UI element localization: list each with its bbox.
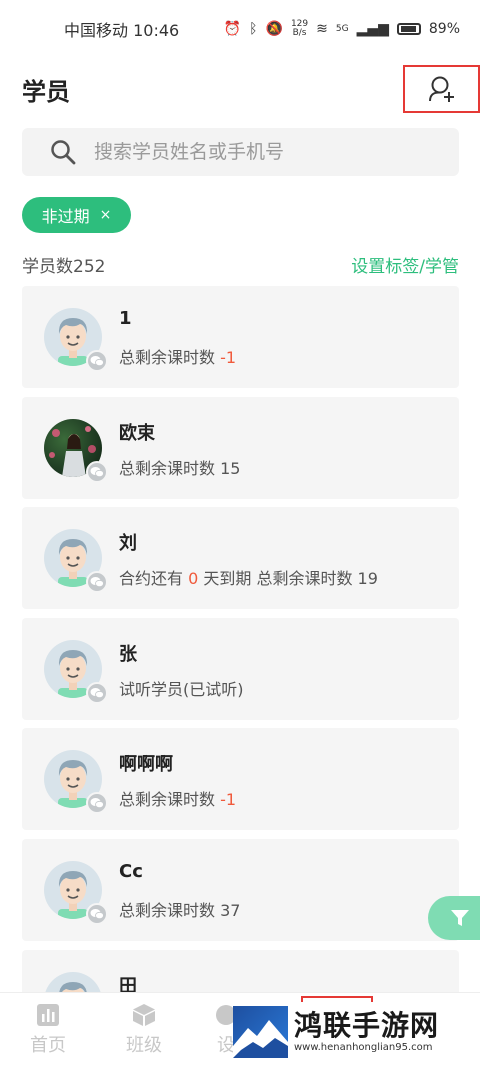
search-bar[interactable] (22, 128, 459, 176)
student-name: 1 (119, 308, 132, 329)
cube-icon (133, 1004, 155, 1026)
tab-class-label: 班级 (126, 1035, 162, 1056)
student-name: 张 (119, 643, 137, 665)
student-card[interactable]: 张试听学员(已试听) (22, 617, 459, 720)
watermark-url: www.henanhonglian95.com (294, 1042, 433, 1053)
add-person-icon (428, 76, 454, 102)
bluetooth-icon: ᛒ (249, 21, 258, 37)
wechat-icon (86, 350, 108, 372)
student-info: 总剩余课时数 37 (119, 897, 240, 921)
battery-level: 89% (428, 21, 460, 37)
filter-icon (451, 910, 469, 926)
student-info-highlight: -1 (220, 790, 237, 810)
wechat-icon (86, 681, 108, 704)
watermark-logo (233, 1006, 288, 1058)
student-card[interactable]: Cc 总剩余课时数 37 (22, 838, 459, 941)
signal-label: 5G (335, 24, 349, 34)
student-info-suffix: 天到期 总剩余课时数 19 (198, 569, 378, 589)
filter-chip-label: 非过期 (41, 207, 90, 226)
header: 学员 (0, 62, 480, 114)
student-info-highlight: 0 (188, 569, 199, 589)
student-info-text: 合约还有 (119, 569, 189, 589)
search-input[interactable] (94, 141, 424, 163)
student-info: 总剩余课时数 15 (119, 455, 240, 479)
student-card[interactable]: 欧束总剩余课时数 15 (22, 396, 459, 499)
tab-home[interactable]: 首页 (18, 1003, 78, 1057)
filter-button[interactable] (428, 896, 480, 940)
student-info: 合约还有 0 天到期 总剩余课时数 19 (119, 565, 378, 589)
student-info: 总剩余课时数 -1 (119, 344, 236, 368)
student-info-highlight: -1 (220, 348, 237, 367)
net-speed-unit: B/s (292, 28, 307, 38)
student-info-text: 总剩余课时数 37 (119, 900, 241, 920)
wechat-icon (86, 460, 108, 483)
student-name: 欧束 (119, 422, 155, 444)
add-student-button[interactable] (403, 65, 480, 113)
wechat-icon (86, 571, 108, 594)
net-speed: 129 B/s (291, 20, 308, 38)
signal-icon: ▂▄▆ (356, 21, 389, 37)
summary-row: 学员数252 设置标签/学管 (22, 250, 459, 278)
wechat-icon (86, 902, 108, 925)
filter-chip[interactable]: 非过期 × (22, 197, 131, 233)
student-list: 1 总剩余课时数 -1 欧束 总剩余课时数 15 刘合约还有 0 天到期 总剩余课时数 … (22, 286, 459, 1060)
page-title: 学员 (22, 78, 70, 106)
search-icon (51, 140, 76, 165)
tab-home-label: 首页 (30, 1035, 66, 1056)
status-bar: 中国移动 10:46 ⏰ ᛒ 🔕 129 B/s ≋ 5G ▂▄▆ 89% (0, 0, 480, 58)
watermark: 鸿联手游网 www.henanhonglian95.com (233, 1002, 473, 1062)
battery-icon (396, 23, 421, 35)
student-info-text: 总剩余课时数 (119, 348, 221, 367)
wechat-icon (86, 792, 108, 815)
student-card[interactable]: 刘合约还有 0 天到期 总剩余课时数 19 (22, 507, 459, 610)
student-name: Cc (119, 860, 143, 882)
student-info-text: 总剩余课时数 15 (119, 458, 241, 478)
student-info-text: 试听学员(已试听) (119, 679, 244, 699)
chart-icon (37, 1004, 59, 1026)
student-info-text: 总剩余课时数 (119, 790, 221, 810)
student-card[interactable]: 1 总剩余课时数 -1 (22, 286, 459, 388)
mute-icon: 🔕 (265, 21, 283, 37)
settings-tags-link[interactable]: 设置标签/学管 (351, 252, 459, 277)
student-count: 学员数252 (22, 256, 106, 277)
student-info: 总剩余课时数 -1 (119, 786, 236, 810)
status-icons: ⏰ ᛒ 🔕 129 B/s ≋ 5G ▂▄▆ 89% (224, 20, 460, 38)
alarm-icon: ⏰ (223, 21, 242, 37)
wifi-icon: ≋ (316, 21, 328, 37)
student-name: 啊啊啊 (119, 754, 173, 776)
student-name: 刘 (119, 533, 137, 555)
carrier-time: 中国移动 10:46 (64, 21, 180, 40)
student-info: 试听学员(已试听) (119, 676, 244, 700)
close-icon[interactable]: × (100, 207, 112, 223)
student-card[interactable]: 啊啊啊总剩余课时数 -1 (22, 728, 459, 831)
watermark-title: 鸿联手游网 (294, 1009, 440, 1042)
tab-class[interactable]: 班级 (114, 1003, 174, 1057)
